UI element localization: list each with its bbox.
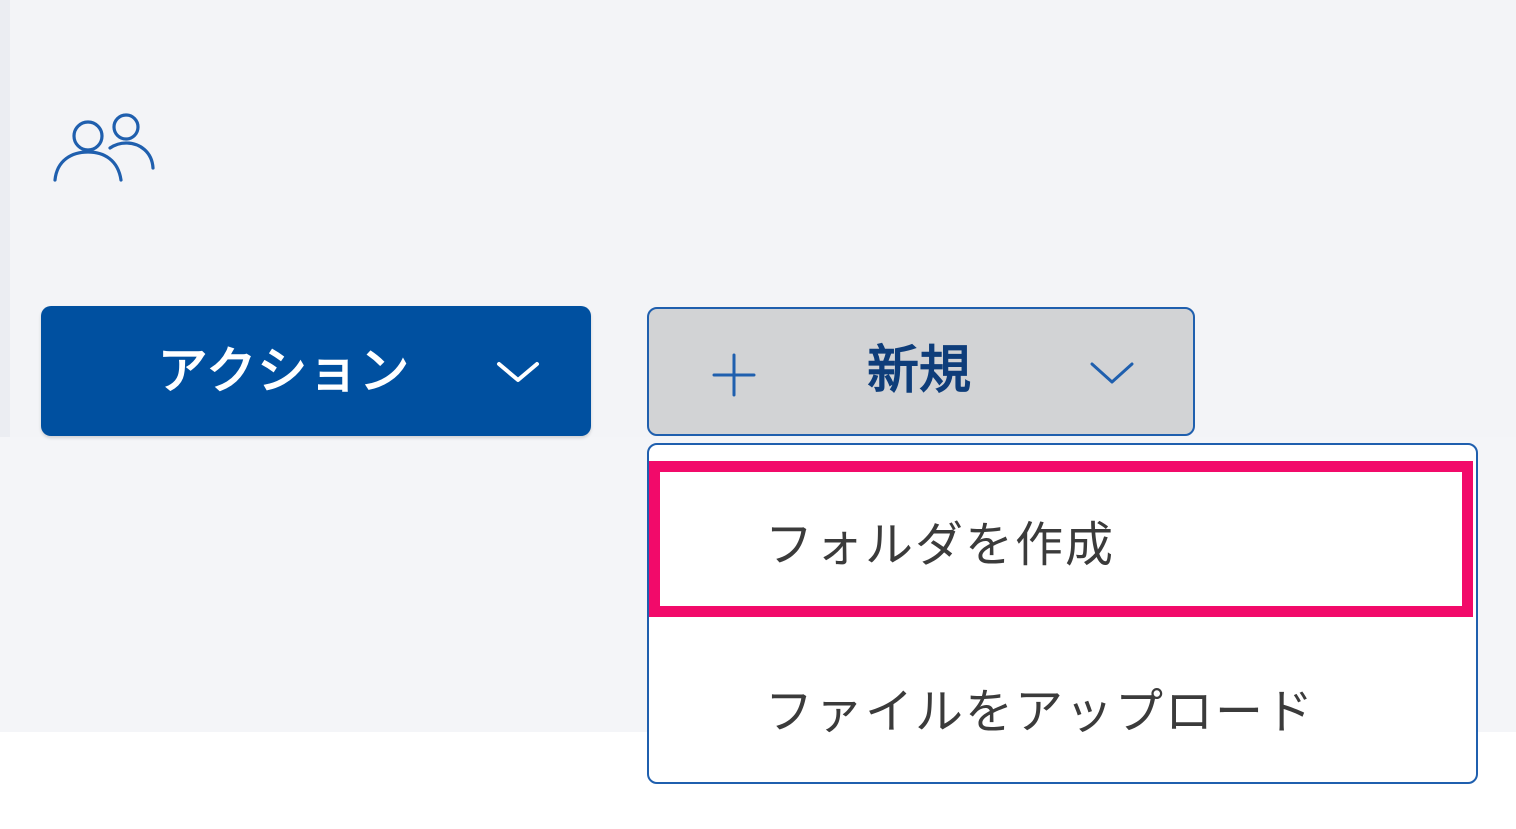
menu-item-label: フォルダを作成 xyxy=(765,517,1116,573)
menu-item-create-folder[interactable]: フォルダを作成 xyxy=(649,475,1476,615)
menu-item-label: ファイルをアップロード xyxy=(765,684,1316,740)
new-button-label: 新規 xyxy=(866,341,971,401)
new-dropdown-menu: フォルダを作成 ファイルをアップロード xyxy=(647,443,1478,784)
new-button[interactable]: 新規 xyxy=(647,307,1195,436)
actions-button[interactable]: アクション xyxy=(41,306,591,436)
menu-item-upload-file[interactable]: ファイルをアップロード xyxy=(649,642,1476,782)
chevron-down-icon xyxy=(493,356,543,386)
actions-button-label: アクション xyxy=(157,342,411,400)
chevron-down-icon xyxy=(1086,357,1138,387)
left-border xyxy=(0,0,10,437)
plus-icon xyxy=(710,351,758,399)
people-icon[interactable] xyxy=(50,110,158,188)
